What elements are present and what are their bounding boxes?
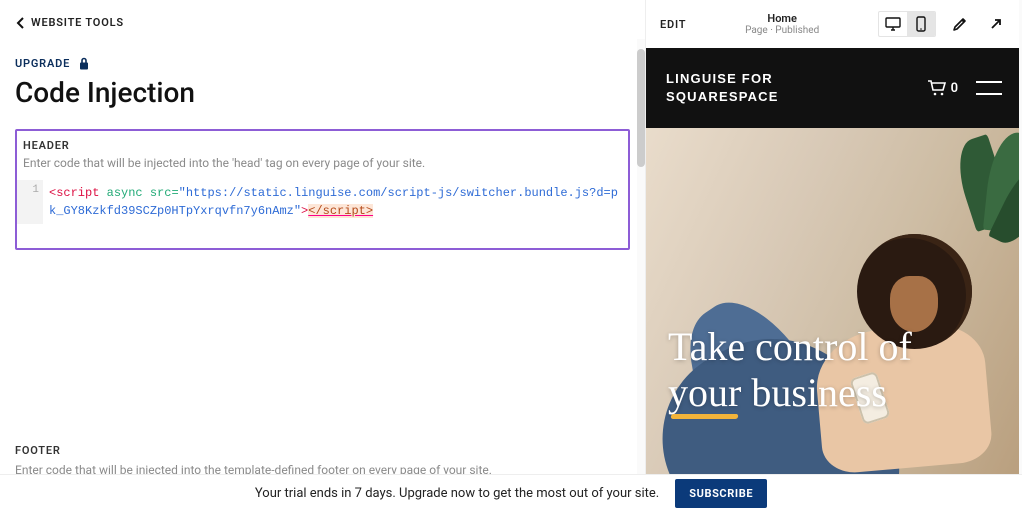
site-title[interactable]: LINGUISE FOR SQUARESPACE (666, 70, 779, 105)
scrollbar[interactable] (637, 39, 645, 474)
header-label: HEADER (17, 131, 628, 156)
hero-headline: Take control of your business (668, 324, 912, 416)
edit-button[interactable]: EDIT (660, 18, 686, 31)
upgrade-link[interactable]: UPGRADE (15, 57, 630, 70)
site-preview: LINGUISE FOR SQUARESPACE 0 (646, 48, 1022, 474)
cart-icon (927, 80, 947, 96)
footer-label: FOOTER (15, 432, 630, 463)
breadcrumb[interactable]: WEBSITE TOOLS (0, 0, 645, 39)
footer-desc: Enter code that will be injected into th… (15, 463, 630, 474)
preview-toolbar: EDIT Home Page · Published (646, 0, 1022, 48)
trial-banner: Your trial ends in 7 days. Upgrade now t… (0, 474, 1022, 512)
open-button[interactable] (984, 12, 1008, 36)
desktop-icon (885, 17, 901, 31)
site-header: LINGUISE FOR SQUARESPACE 0 (646, 48, 1022, 128)
arrow-out-icon (988, 16, 1004, 32)
desktop-view-button[interactable] (879, 12, 907, 36)
code-gutter: 1 (17, 180, 43, 224)
page-status: Page · Published (698, 25, 866, 36)
code-content: <script async src="https://static.lingui… (43, 180, 628, 224)
footer-code-section: FOOTER Enter code that will be injected … (15, 432, 630, 474)
trial-text: Your trial ends in 7 days. Upgrade now t… (255, 486, 659, 501)
menu-button[interactable] (976, 81, 1002, 95)
page-meta: Home Page · Published (698, 12, 866, 36)
mobile-icon (916, 16, 926, 32)
chevron-left-icon (15, 17, 27, 29)
upgrade-label: UPGRADE (15, 57, 70, 70)
header-code-section: HEADER Enter code that will be injected … (15, 129, 630, 250)
hero-image: Take control of your business (646, 128, 1022, 474)
header-desc: Enter code that will be injected into th… (17, 156, 628, 180)
page-title: Code Injection (15, 76, 630, 109)
header-code-editor[interactable]: 1 <script async src="https://static.ling… (17, 180, 628, 248)
device-toggle (878, 11, 936, 37)
brush-icon (951, 15, 969, 33)
lock-icon (78, 57, 90, 70)
cart-count: 0 (951, 81, 958, 96)
breadcrumb-label: WEBSITE TOOLS (31, 16, 124, 29)
page-name: Home (698, 12, 866, 25)
cart-button[interactable]: 0 (927, 80, 958, 96)
mobile-view-button[interactable] (907, 12, 935, 36)
subscribe-button[interactable]: SUBSCRIBE (675, 479, 767, 508)
scrollbar-thumb[interactable] (637, 49, 645, 167)
brush-button[interactable] (948, 12, 972, 36)
